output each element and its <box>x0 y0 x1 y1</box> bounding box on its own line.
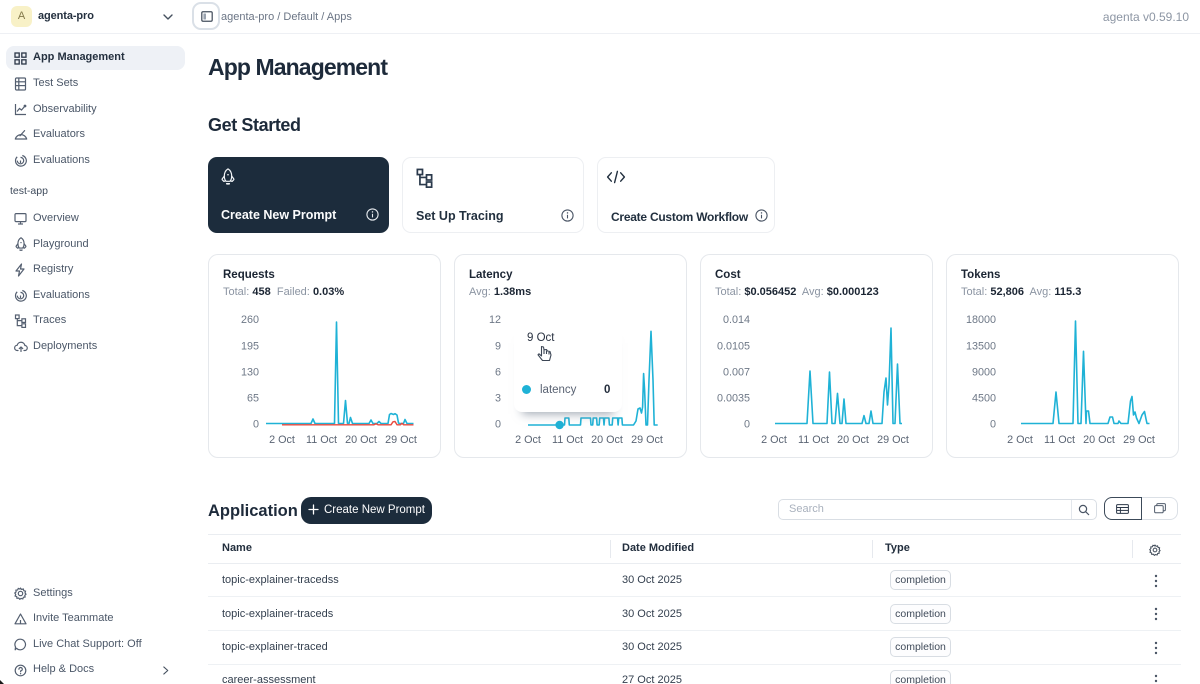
svg-text:130: 130 <box>241 367 259 379</box>
svg-text:0.0035: 0.0035 <box>717 393 750 405</box>
svg-text:29 Oct: 29 Oct <box>1123 434 1155 446</box>
svg-text:29 Oct: 29 Oct <box>385 434 417 446</box>
svg-text:65: 65 <box>247 393 259 405</box>
svg-text:2 Oct: 2 Oct <box>761 434 787 446</box>
svg-text:0.0105: 0.0105 <box>717 341 750 353</box>
svg-text:2 Oct: 2 Oct <box>515 434 541 446</box>
svg-text:11 Oct: 11 Oct <box>552 434 583 446</box>
svg-text:20 Oct: 20 Oct <box>345 434 377 446</box>
svg-text:6: 6 <box>495 367 501 379</box>
svg-text:0: 0 <box>495 419 501 431</box>
svg-text:2 Oct: 2 Oct <box>1007 434 1033 446</box>
svg-text:29 Oct: 29 Oct <box>631 434 663 446</box>
svg-text:0.014: 0.014 <box>723 314 750 326</box>
svg-text:3: 3 <box>495 393 501 405</box>
svg-text:0: 0 <box>990 419 996 431</box>
svg-text:18000: 18000 <box>966 314 996 326</box>
svg-text:4500: 4500 <box>972 393 996 405</box>
svg-text:20 Oct: 20 Oct <box>1083 434 1115 446</box>
svg-text:2 Oct: 2 Oct <box>269 434 295 446</box>
svg-text:9000: 9000 <box>972 367 996 379</box>
svg-text:11 Oct: 11 Oct <box>306 434 337 446</box>
svg-text:0: 0 <box>253 419 259 431</box>
svg-text:20 Oct: 20 Oct <box>591 434 623 446</box>
svg-text:0: 0 <box>744 419 750 431</box>
svg-text:9: 9 <box>495 341 501 353</box>
svg-text:11 Oct: 11 Oct <box>798 434 829 446</box>
svg-text:260: 260 <box>241 314 259 326</box>
svg-text:0.007: 0.007 <box>723 367 750 379</box>
svg-text:12: 12 <box>489 314 501 326</box>
svg-text:29 Oct: 29 Oct <box>877 434 909 446</box>
svg-text:11 Oct: 11 Oct <box>1044 434 1075 446</box>
svg-text:20 Oct: 20 Oct <box>837 434 869 446</box>
svg-text:13500: 13500 <box>966 341 996 353</box>
svg-text:195: 195 <box>241 341 259 353</box>
